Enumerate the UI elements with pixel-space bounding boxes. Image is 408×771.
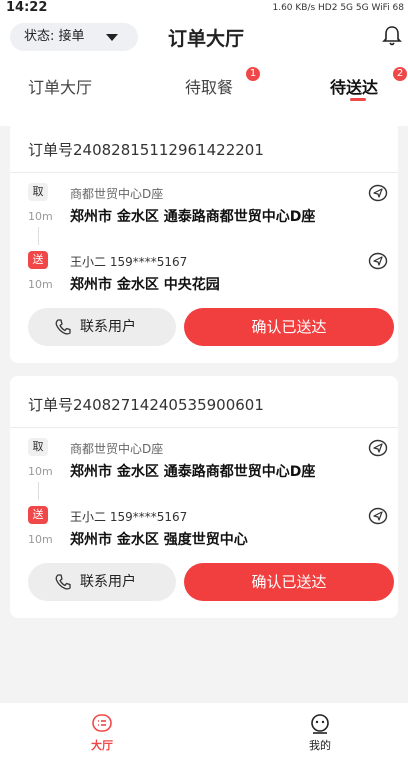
phone-icon xyxy=(55,319,71,335)
delivery-contact: 王小二 159****5167 xyxy=(70,255,188,269)
nav-item-hall-label: 大厅 xyxy=(91,739,113,752)
bottom-nav: 大厅 我的 xyxy=(0,703,408,771)
nav-item-profile-label: 我的 xyxy=(309,739,331,752)
delivery-contact: 王小二 159****5167 xyxy=(70,510,188,524)
header: 状态: 接单 订单大厅 订单大厅 待取餐 1 待送达 2 xyxy=(0,16,408,126)
delivery-address: 郑州市 金水区 中央花园 xyxy=(70,277,220,293)
order-card: 订单号2408281511296142​2201 取 商都世贸中心D座 10m … xyxy=(10,121,398,363)
delivery-address: 郑州市 金水区 强度世贸中心 xyxy=(70,532,248,548)
confirm-delivered-button[interactable]: 确认已送达 xyxy=(184,563,394,601)
navigate-icon[interactable] xyxy=(368,507,388,525)
nav-item-hall[interactable]: 大厅 xyxy=(72,713,132,753)
tab-order-hall-label: 订单大厅 xyxy=(28,78,93,97)
nav-item-profile[interactable]: 我的 xyxy=(290,713,350,753)
pickup-address: 郑州市 金水区 通泰路商都世贸中心D座 xyxy=(70,464,316,480)
tab-awaiting-pickup[interactable]: 待取餐 1 xyxy=(185,67,260,98)
hall-icon xyxy=(92,714,112,732)
pickup-distance: 10m xyxy=(28,210,53,223)
delivery-tag: 送 xyxy=(28,251,48,269)
delivery-distance: 10m xyxy=(28,533,53,546)
tab-awaiting-delivery-badge: 2 xyxy=(393,67,407,81)
active-tab-indicator xyxy=(350,98,366,101)
status-dropdown-label: 状态: 接单 xyxy=(24,29,85,44)
profile-icon xyxy=(311,714,329,734)
navigate-icon[interactable] xyxy=(368,184,388,202)
tab-awaiting-pickup-label: 待取餐 xyxy=(185,78,234,97)
pickup-name: 商都世贸中心D座 xyxy=(70,442,164,456)
order-card: 订单号24082714240535900601 取 商都世贸中心D座 10m 郑… xyxy=(10,376,398,618)
route-connector xyxy=(38,227,39,245)
status-dropdown[interactable]: 状态: 接单 xyxy=(10,23,138,51)
pickup-name: 商都世贸中心D座 xyxy=(70,187,164,201)
caret-down-icon xyxy=(106,34,118,41)
contact-user-button[interactable]: 联系用户 xyxy=(28,563,176,601)
contact-user-label: 联系用户 xyxy=(80,319,136,335)
order-number: 订单号2408281511296142​2201 xyxy=(28,141,264,159)
status-time: 14:22 xyxy=(6,0,48,15)
pickup-tag: 取 xyxy=(28,183,48,201)
tab-awaiting-delivery[interactable]: 待送达 2 xyxy=(330,67,407,101)
confirm-delivered-button[interactable]: 确认已送达 xyxy=(184,308,394,346)
order-number: 订单号24082714240535900601 xyxy=(28,396,264,414)
delivery-distance: 10m xyxy=(28,278,53,291)
navigate-icon[interactable] xyxy=(368,252,388,270)
contact-user-label: 联系用户 xyxy=(80,574,136,590)
tab-order-hall[interactable]: 订单大厅 xyxy=(28,74,92,98)
phone-icon xyxy=(55,574,71,590)
contact-user-button[interactable]: 联系用户 xyxy=(28,308,176,346)
tab-awaiting-delivery-label: 待送达 xyxy=(330,78,379,97)
delivery-tag: 送 xyxy=(28,506,48,524)
divider xyxy=(10,427,398,428)
bell-icon[interactable] xyxy=(382,25,402,47)
pickup-distance: 10m xyxy=(28,465,53,478)
status-indicators: 1.60 KB/s HD2 5G 5G WiFi 68 xyxy=(272,3,404,13)
pickup-address: 郑州市 金水区 通泰路商都世贸中心D座 xyxy=(70,209,316,225)
page-title: 订单大厅 xyxy=(168,28,245,50)
divider xyxy=(10,172,398,173)
route-connector xyxy=(38,482,39,500)
status-bar: 14:22 1.60 KB/s HD2 5G 5G WiFi 68 xyxy=(0,0,408,16)
tab-awaiting-pickup-badge: 1 xyxy=(246,67,260,81)
pickup-tag: 取 xyxy=(28,438,48,456)
navigate-icon[interactable] xyxy=(368,439,388,457)
